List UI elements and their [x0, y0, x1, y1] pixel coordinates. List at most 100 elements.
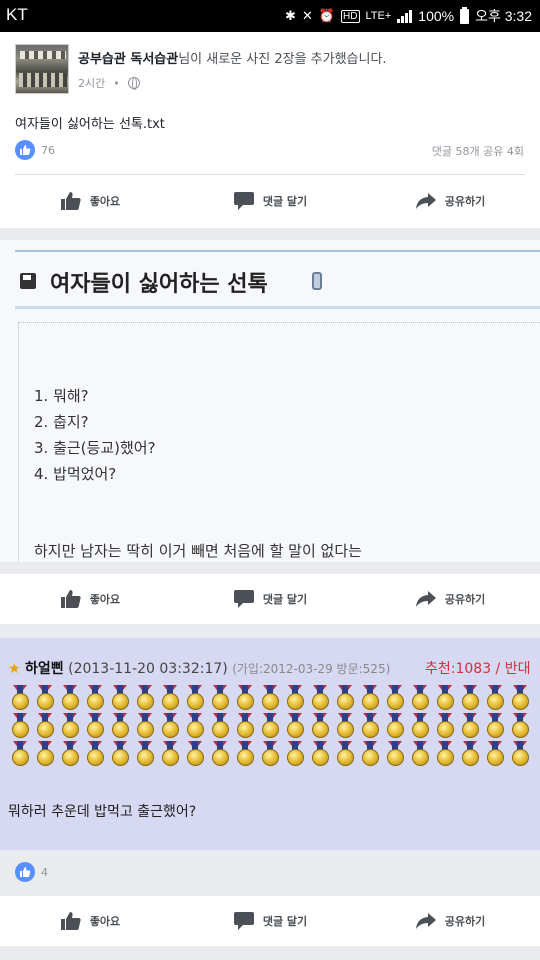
- alarm-icon: ⏰: [318, 8, 336, 23]
- star-icon: ★: [8, 661, 21, 677]
- medal-icon: [358, 741, 383, 769]
- medal-icon: [433, 713, 458, 741]
- share-label: 공유하기: [444, 195, 486, 208]
- photo-2[interactable]: ★ 하얼삔 (2013-11-20 03:32:17) (가입:2012-03-…: [0, 638, 540, 850]
- medal-icon: [108, 685, 133, 713]
- medal-icon: [58, 713, 83, 741]
- speech-bubble-icon: [233, 590, 254, 608]
- comment-button[interactable]: 댓글 달기: [180, 896, 360, 946]
- globe-icon: [127, 77, 140, 90]
- medal-icon: [308, 685, 333, 713]
- comment-label: 댓글 달기: [262, 195, 308, 208]
- medal-icon: [33, 685, 58, 713]
- author-name[interactable]: 공부습관 독서습관: [78, 52, 178, 67]
- medal-icon: [158, 685, 183, 713]
- share-arrow-icon: [415, 591, 436, 607]
- medal-icon: [258, 713, 283, 741]
- medal-icon: [358, 713, 383, 741]
- share-button[interactable]: 공유하기: [360, 574, 540, 624]
- medal-icon: [133, 713, 158, 741]
- medal-icon: [283, 685, 308, 713]
- post-time[interactable]: 2시간: [78, 75, 105, 91]
- post-author-line: 공부습관 독서습관님이 새로운 사진 2장을 추가했습니다.: [78, 48, 387, 67]
- photo-1-list: 1. 뭐해? 2. 춥지? 3. 출근(등교)했어? 4. 밥먹었어?: [34, 383, 156, 487]
- share-arrow-icon: [415, 193, 436, 209]
- speech-bubble-icon: [233, 912, 254, 930]
- post-text: 여자들이 싫어하는 선톡.txt: [15, 117, 165, 132]
- medal-icon: [158, 741, 183, 769]
- medal-icon: [308, 741, 333, 769]
- medal-icon: [458, 741, 483, 769]
- like-count: 4: [41, 865, 48, 879]
- photo-2-comment: 뭐하러 추운데 밥먹고 출근했어?: [8, 804, 197, 820]
- mute-icon: ✕: [301, 8, 313, 23]
- medal-icon: [483, 713, 508, 741]
- medal-icon: [208, 741, 233, 769]
- like-button[interactable]: 좋아요: [0, 176, 180, 226]
- medal-icon: [383, 713, 408, 741]
- joined-info: (가입:2012-03-29 방문:525): [232, 662, 391, 676]
- share-button[interactable]: 공유하기: [360, 896, 540, 946]
- bluetooth-icon: ✱: [285, 8, 296, 23]
- comment-button[interactable]: 댓글 달기: [180, 574, 360, 624]
- post-date: (2013-11-20 03:32:17): [68, 661, 228, 677]
- list-item: 2. 춥지?: [34, 413, 89, 431]
- speech-bubble-icon: [233, 192, 254, 210]
- medal-icon: [83, 741, 108, 769]
- medal-icon: [458, 685, 483, 713]
- nickname: 하얼삔: [25, 661, 64, 677]
- medal-icon: [383, 741, 408, 769]
- medal-icon: [358, 685, 383, 713]
- photo-2-like-summary[interactable]: 4: [15, 862, 48, 882]
- medal-icon: [483, 685, 508, 713]
- medal-icon: [408, 685, 433, 713]
- avatar[interactable]: [15, 44, 69, 94]
- medal-icon: [508, 741, 533, 769]
- medal-icon: [158, 713, 183, 741]
- medal-icon: [258, 685, 283, 713]
- share-button[interactable]: 공유하기: [360, 176, 540, 226]
- comments-shares-count[interactable]: 댓글 58개 공유 4회: [432, 143, 524, 159]
- medal-grid: [8, 685, 533, 769]
- status-icons: ✱ ✕ ⏰ HD LTE+ 100% 오후 3:32: [285, 6, 532, 26]
- share-label: 공유하기: [444, 593, 486, 606]
- photo-2-action-bar: 좋아요 댓글 달기 공유하기: [0, 896, 540, 946]
- medal-icon: [183, 685, 208, 713]
- battery-icon: [460, 6, 470, 24]
- medal-icon: [308, 713, 333, 741]
- like-count: 76: [41, 143, 55, 157]
- medal-icon: [208, 713, 233, 741]
- photo-1-title: 여자들이 싫어하는 선톡: [50, 272, 268, 297]
- carrier-label: KT: [6, 5, 28, 24]
- medal-icon: [333, 741, 358, 769]
- medal-icon: [383, 685, 408, 713]
- thumbs-up-icon: [60, 912, 81, 930]
- status-bar: KT ✱ ✕ ⏰ HD LTE+ 100% 오후 3:32: [0, 0, 540, 32]
- medal-icon: [58, 741, 83, 769]
- battery-percent: 100%: [418, 8, 455, 24]
- comment-button[interactable]: 댓글 달기: [180, 176, 360, 226]
- medal-icon: [333, 685, 358, 713]
- photo-1[interactable]: 여자들이 싫어하는 선톡 1. 뭐해? 2. 춥지? 3. 출근(등교)했어? …: [0, 240, 540, 562]
- thumbs-up-icon: [60, 192, 81, 210]
- like-summary[interactable]: 76: [15, 140, 55, 160]
- network-label: LTE+: [365, 10, 392, 22]
- photo-1-footer: 하지만 남자는 딱히 이거 빼면 처음에 할 말이 없다는: [34, 542, 362, 560]
- medal-icon: [433, 685, 458, 713]
- like-button[interactable]: 좋아요: [0, 574, 180, 624]
- share-label: 공유하기: [444, 915, 486, 928]
- list-item: 3. 출근(등교)했어?: [34, 439, 156, 457]
- list-item: 4. 밥먹었어?: [34, 465, 117, 483]
- medal-icon: [458, 713, 483, 741]
- medal-icon: [408, 741, 433, 769]
- like-button[interactable]: 좋아요: [0, 896, 180, 946]
- medal-icon: [483, 741, 508, 769]
- post-meta: 2시간 •: [78, 75, 140, 91]
- comment-label: 댓글 달기: [262, 915, 308, 928]
- medal-icon: [233, 685, 258, 713]
- medal-icon: [133, 685, 158, 713]
- photo-2-header: ★ 하얼삔 (2013-11-20 03:32:17) (가입:2012-03-…: [8, 658, 390, 678]
- medal-icon: [83, 713, 108, 741]
- action-bar: 좋아요 댓글 달기 공유하기: [0, 176, 540, 226]
- medal-icon: [8, 741, 33, 769]
